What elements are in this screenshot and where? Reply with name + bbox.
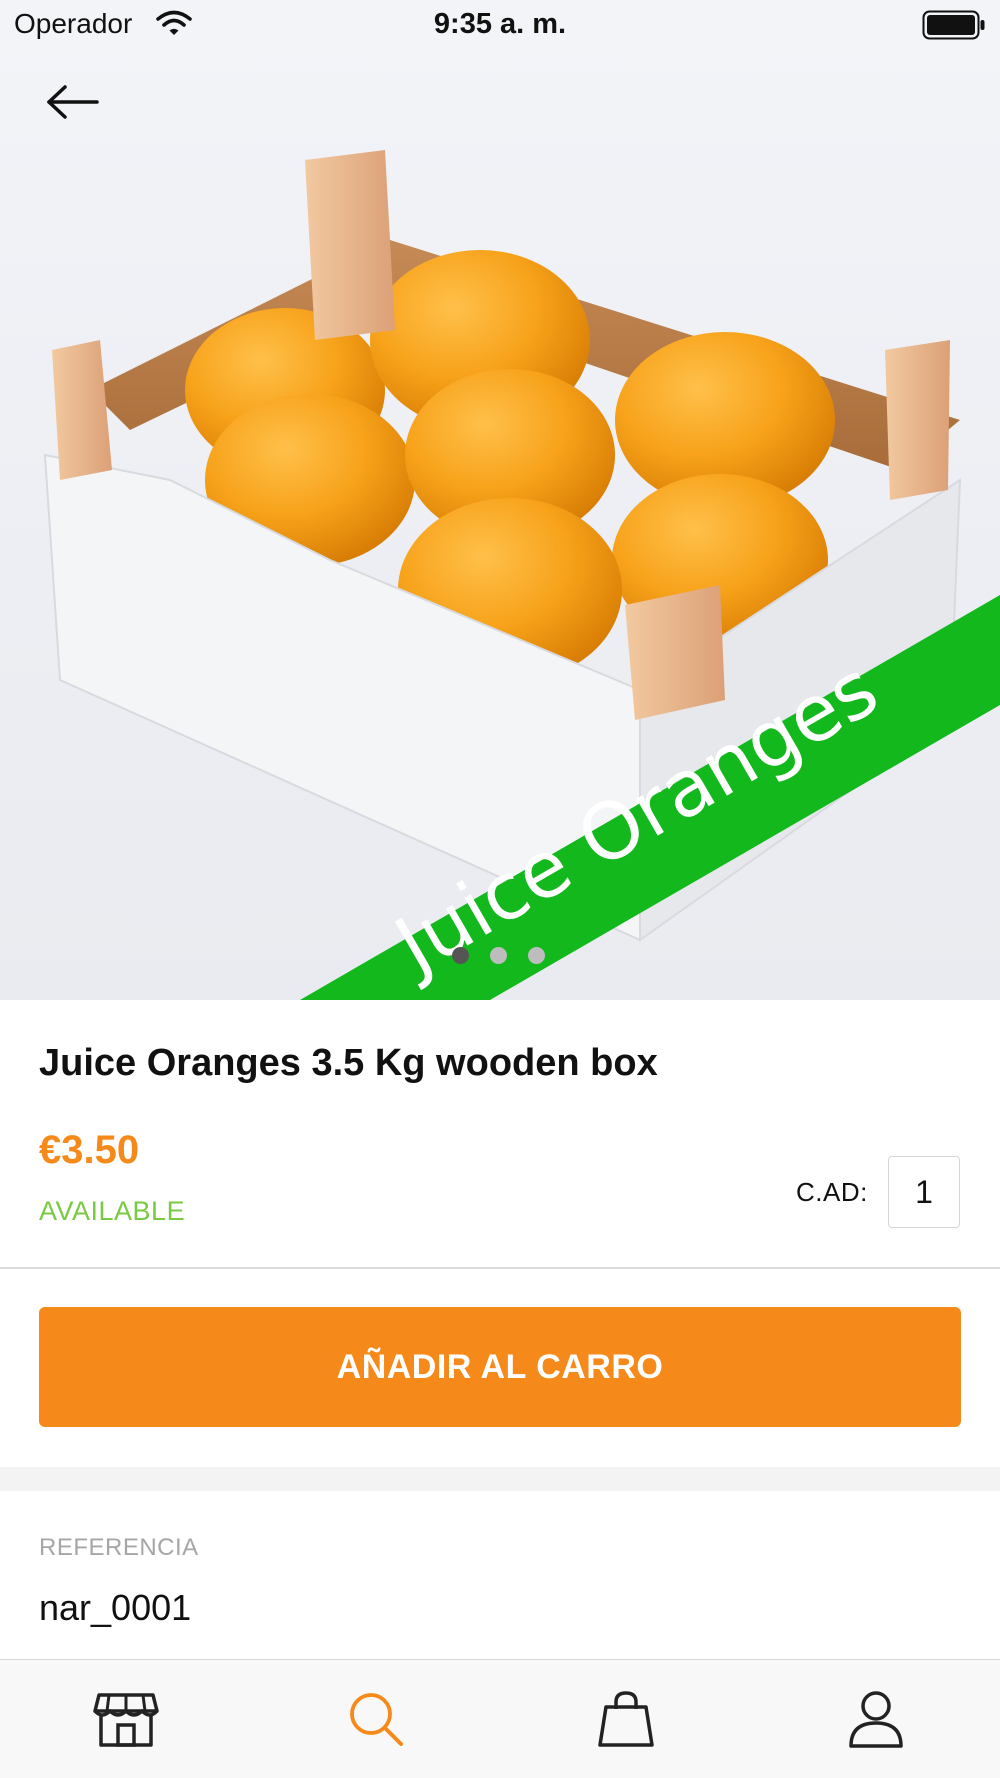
reference-value: nar_0001	[39, 1587, 192, 1628]
pager-dot-2[interactable]	[490, 947, 507, 964]
image-pager[interactable]	[452, 947, 545, 964]
tab-cart[interactable]	[586, 1684, 666, 1754]
add-to-cart-section: AÑADIR AL CARRO	[0, 1269, 1000, 1467]
arrow-left-icon	[47, 85, 99, 119]
product-image-carousel[interactable]: Juice Oranges	[0, 0, 1000, 1000]
quantity-label: C.AD:	[796, 1177, 868, 1207]
tab-bar	[0, 1659, 1000, 1778]
section-divider	[0, 1467, 1000, 1491]
tab-search[interactable]	[336, 1684, 416, 1754]
search-icon	[350, 1693, 403, 1746]
shopping-bag-icon	[598, 1691, 654, 1747]
battery-icon	[922, 10, 985, 40]
tab-store[interactable]	[86, 1684, 166, 1754]
pager-dot-3[interactable]	[528, 947, 545, 964]
availability-status: AVAILABLE	[39, 1196, 186, 1226]
quantity-input[interactable]	[888, 1156, 960, 1228]
product-info: Juice Oranges 3.5 Kg wooden box €3.50 AV…	[0, 1000, 1000, 1269]
store-icon	[93, 1693, 159, 1747]
add-to-cart-button[interactable]: AÑADIR AL CARRO	[39, 1307, 961, 1427]
product-price: €3.50	[39, 1128, 140, 1172]
reference-label: REFERENCIA	[39, 1534, 199, 1561]
product-title: Juice Oranges 3.5 Kg wooden box	[39, 1042, 658, 1084]
tab-profile[interactable]	[836, 1684, 916, 1754]
reference-section: REFERENCIA nar_0001	[0, 1491, 1000, 1659]
pager-dot-1[interactable]	[452, 947, 469, 964]
status-bar: Operador 9:35 a. m.	[0, 0, 1000, 50]
back-button[interactable]	[38, 72, 108, 132]
user-icon	[849, 1691, 903, 1748]
product-photo: Juice Oranges	[43, 150, 1000, 1000]
clock: 9:35 a. m.	[433, 8, 567, 40]
